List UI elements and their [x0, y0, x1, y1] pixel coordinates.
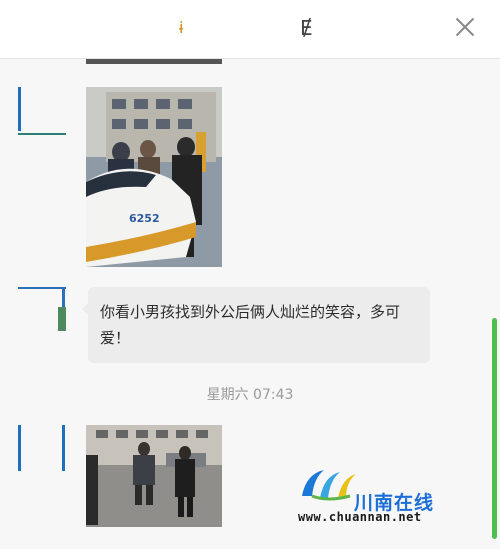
message-bubble[interactable]: 你看小男孩找到外公后俩人灿烂的笑容，多可爱！ [82, 287, 430, 363]
message-photo[interactable] [86, 425, 222, 527]
svg-text:6252: 6252 [129, 212, 160, 225]
avatar[interactable] [18, 87, 66, 135]
watermark-url: www.chuannan.net [298, 510, 422, 524]
photo-boy-and-grandfather [86, 425, 222, 527]
scrollbar-thumb[interactable] [492, 318, 497, 539]
photo-police-car: 6252 [86, 87, 222, 267]
watermark-logo: 川南在线 www.chuannan.net [298, 466, 458, 526]
chat-title-fragment-right: Ɇ [300, 16, 313, 40]
chat-header: ɨ Ɇ [0, 0, 500, 59]
watermark-swoosh-icon [302, 470, 356, 501]
previous-photo-edge[interactable] [86, 59, 222, 64]
message-timestamp: 星期六 07:43 [206, 387, 294, 403]
message-text: 你看小男孩找到外公后俩人灿烂的笑容，多可爱！ [100, 303, 401, 347]
message-photo[interactable]: 6252 [86, 87, 222, 267]
chat-title-fragment-left: ɨ [179, 18, 184, 37]
close-icon[interactable] [452, 14, 478, 40]
avatar[interactable] [18, 287, 66, 335]
avatar[interactable] [18, 425, 66, 473]
